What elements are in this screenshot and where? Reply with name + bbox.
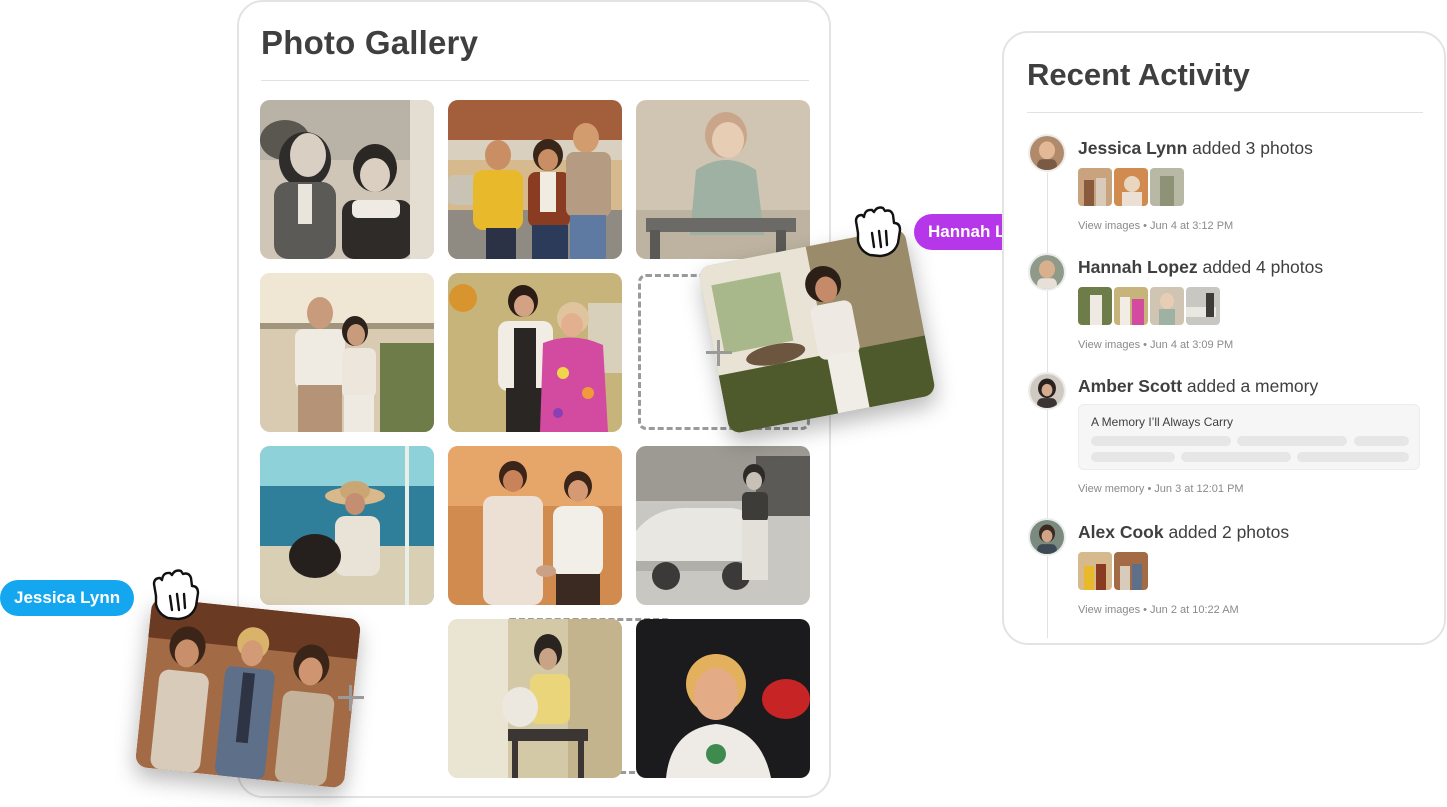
photo-thumbnail[interactable]	[1186, 287, 1220, 325]
thumbnail-strip	[1078, 552, 1150, 590]
dragged-photo-jessica[interactable]	[134, 597, 362, 789]
activity-time: Jun 2 at 10:22 AM	[1150, 604, 1239, 616]
activity-divider	[1027, 112, 1423, 113]
activity-action: added a memory	[1186, 376, 1319, 396]
photo-thumbnail[interactable]	[1078, 168, 1112, 206]
activity-action: added 2 photos	[1168, 522, 1290, 542]
meta-separator: •	[1143, 339, 1148, 351]
photo-couple-wedding-cake[interactable]	[448, 446, 622, 605]
add-photo-plus-icon[interactable]	[706, 340, 732, 366]
photo-thumbnail[interactable]	[1114, 287, 1148, 325]
activity-description: Alex Cook added 2 photos	[1078, 522, 1289, 543]
photo-woman-hat-beach[interactable]	[260, 446, 434, 605]
avatar[interactable]	[1028, 518, 1066, 556]
activity-time: Jun 4 at 3:12 PM	[1150, 220, 1234, 232]
memory-preview-card[interactable]: A Memory I’ll Always Carry	[1078, 404, 1420, 470]
activity-meta: View images • Jun 2 at 10:22 AM	[1078, 604, 1239, 616]
photo-woman-by-vintage-car[interactable]	[636, 446, 810, 605]
photo-thumbnail[interactable]	[1078, 287, 1112, 325]
activity-entry: Alex Cook added 2 photos View images • Jun…	[1028, 518, 1428, 618]
activity-description: Amber Scott added a memory	[1078, 376, 1318, 397]
activity-entry: Amber Scott added a memory A Memory I’ll…	[1028, 372, 1428, 502]
photo-thumbnail[interactable]	[1150, 168, 1184, 206]
user-name[interactable]: Jessica Lynn	[1078, 138, 1187, 158]
grab-hand-cursor-icon	[854, 206, 902, 258]
photo-thumbnail[interactable]	[1114, 552, 1148, 590]
photo-two-women-party[interactable]	[448, 273, 622, 432]
photo-woman-smiling-portrait[interactable]	[636, 619, 810, 778]
activity-meta: View images • Jun 4 at 3:09 PM	[1078, 339, 1233, 351]
view-memory-link[interactable]: View memory	[1078, 483, 1144, 495]
gallery-divider	[261, 80, 809, 81]
text-placeholder-line	[1354, 436, 1409, 446]
memory-title: A Memory I’ll Always Carry	[1091, 415, 1234, 429]
text-placeholder-line	[1237, 436, 1347, 446]
view-images-link[interactable]: View images	[1078, 220, 1140, 232]
activity-meta: View memory • Jun 3 at 12:01 PM	[1078, 483, 1244, 495]
activity-entry: Hannah Lopez added 4 photos View images •…	[1028, 253, 1428, 353]
text-placeholder-line	[1091, 452, 1175, 462]
photo-toddler-on-bench[interactable]	[636, 100, 810, 259]
activity-description: Jessica Lynn added 3 photos	[1078, 138, 1313, 159]
user-name[interactable]: Amber Scott	[1078, 376, 1182, 396]
photo-thumbnail[interactable]	[1078, 552, 1112, 590]
gallery-title: Photo Gallery	[261, 24, 479, 61]
user-name[interactable]: Alex Cook	[1078, 522, 1164, 542]
add-photo-plus-icon[interactable]	[338, 685, 364, 711]
activity-description: Hannah Lopez added 4 photos	[1078, 257, 1323, 278]
user-name[interactable]: Hannah Lopez	[1078, 257, 1198, 277]
thumbnail-strip	[1078, 168, 1186, 206]
meta-separator: •	[1147, 483, 1152, 495]
photo-sepia-siblings[interactable]	[260, 100, 434, 259]
avatar[interactable]	[1028, 134, 1066, 172]
photo-woman-holding-cat[interactable]	[448, 619, 622, 778]
activity-time: Jun 4 at 3:09 PM	[1150, 339, 1234, 351]
meta-separator: •	[1143, 604, 1148, 616]
text-placeholder-line	[1297, 452, 1409, 462]
view-images-link[interactable]: View images	[1078, 604, 1140, 616]
meta-separator: •	[1143, 220, 1148, 232]
text-placeholder-line	[1091, 436, 1231, 446]
activity-time: Jun 3 at 12:01 PM	[1154, 483, 1244, 495]
avatar[interactable]	[1028, 253, 1066, 291]
collaborator-tag-jessica: Jessica Lynn	[0, 580, 135, 616]
activity-meta: View images • Jun 4 at 3:12 PM	[1078, 220, 1233, 232]
grab-hand-cursor-icon	[152, 569, 200, 621]
photo-thumbnail[interactable]	[1114, 168, 1148, 206]
activity-action: added 3 photos	[1192, 138, 1313, 158]
photo-thumbnail[interactable]	[1150, 287, 1184, 325]
activity-title: Recent Activity	[1027, 57, 1250, 92]
view-images-link[interactable]: View images	[1078, 339, 1140, 351]
activity-action: added 4 photos	[1202, 257, 1324, 277]
recent-activity-panel: Recent Activity Jessica Lynn added 3 pho…	[1002, 31, 1446, 645]
text-placeholder-line	[1181, 452, 1291, 462]
photo-couple-on-porch[interactable]	[260, 273, 434, 432]
photo-three-friends-parking-lot[interactable]	[448, 100, 622, 259]
thumbnail-strip	[1078, 287, 1222, 325]
avatar[interactable]	[1028, 372, 1066, 410]
activity-entry: Jessica Lynn added 3 photos View images •…	[1028, 134, 1428, 234]
